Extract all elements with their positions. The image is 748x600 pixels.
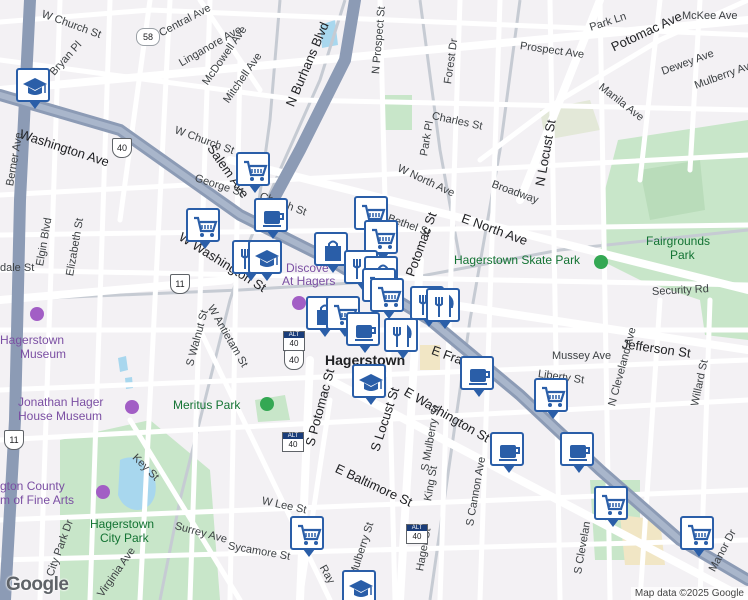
museum-icon[interactable]	[292, 296, 306, 310]
route-shield: 40	[284, 350, 304, 370]
poi-label[interactable]: Hagerstown	[0, 334, 64, 347]
coffee-icon	[263, 211, 284, 227]
map-marker-grocery-cart[interactable]	[236, 152, 270, 193]
restaurant-icon	[393, 324, 412, 347]
park-icon[interactable]	[260, 397, 274, 411]
poi-label[interactable]: House Museum	[18, 410, 102, 423]
grocery-cart-icon	[378, 286, 402, 307]
map-marker-school[interactable]	[342, 570, 376, 600]
route-shield: ALT 40	[406, 524, 428, 544]
grocery-cart-icon	[244, 160, 268, 181]
map-marker-grocery-cart[interactable]	[534, 378, 568, 419]
map-canvas[interactable]: W Church St Bryan Pl Central Ave Lingano…	[0, 0, 748, 600]
google-logo: Google	[6, 574, 69, 595]
museum-icon[interactable]	[30, 307, 44, 321]
school-icon	[255, 250, 279, 267]
park-label[interactable]: City Park	[100, 532, 149, 545]
map-marker-coffee[interactable]	[560, 432, 594, 473]
school-icon	[349, 580, 373, 597]
street-label: Mussey Ave	[552, 350, 612, 362]
map-marker-school[interactable]	[16, 68, 50, 109]
park-label[interactable]: Meritus Park	[173, 399, 240, 412]
map-marker-coffee[interactable]	[490, 432, 524, 473]
map-marker-grocery-cart[interactable]	[364, 220, 398, 261]
grocery-cart-icon	[372, 228, 396, 249]
shopping-bag-icon	[325, 240, 341, 261]
street-label: dale St	[0, 262, 35, 274]
map-marker-restaurant[interactable]	[384, 318, 418, 359]
restaurant-icon	[435, 294, 454, 317]
map-marker-shopping-bag[interactable]	[314, 232, 348, 273]
poi-label[interactable]: Jonathan Hager	[18, 396, 103, 409]
park-label[interactable]: Hagerstown	[90, 518, 154, 531]
coffee-icon	[499, 445, 520, 461]
map-marker-grocery-cart[interactable]	[594, 486, 628, 527]
route-shield: ALT 40	[282, 432, 304, 452]
route-shield: 11	[170, 274, 190, 294]
museum-icon[interactable]	[96, 485, 110, 499]
park-icon[interactable]	[594, 255, 608, 269]
map-marker-restaurant[interactable]	[426, 288, 460, 329]
museum-icon[interactable]	[125, 400, 139, 414]
poi-label[interactable]: Museum	[20, 348, 66, 361]
map-marker-school[interactable]	[352, 364, 386, 405]
poi-label[interactable]: At Hagers	[282, 275, 335, 288]
coffee-icon	[569, 445, 590, 461]
coffee-icon	[469, 369, 490, 385]
park-label[interactable]: Hagerstown Skate Park	[454, 254, 580, 267]
grocery-cart-icon	[194, 216, 218, 237]
grocery-cart-icon	[542, 386, 566, 407]
park-label[interactable]: Park	[670, 249, 695, 262]
map-attribution[interactable]: Map data ©2025 Google	[630, 587, 748, 600]
route-shield: 58	[136, 28, 160, 46]
route-shield: 40	[112, 138, 132, 158]
street-label: McKee Ave	[682, 10, 738, 22]
poi-label[interactable]: m of Fine Arts	[0, 494, 74, 507]
school-icon	[23, 78, 47, 95]
map-marker-coffee[interactable]	[254, 198, 288, 239]
coffee-icon	[355, 325, 376, 341]
route-shield: 11	[4, 430, 24, 450]
map-marker-school[interactable]	[248, 240, 282, 281]
grocery-cart-icon	[298, 524, 322, 545]
route-shield: ALT 40	[283, 331, 305, 351]
map-marker-coffee[interactable]	[346, 312, 380, 353]
map-marker-coffee[interactable]	[460, 356, 494, 397]
map-marker-grocery-cart[interactable]	[370, 278, 404, 319]
school-icon	[359, 374, 383, 391]
map-marker-grocery-cart[interactable]	[680, 516, 714, 557]
map-marker-grocery-cart[interactable]	[186, 208, 220, 249]
poi-label[interactable]: gton County	[0, 480, 65, 493]
map-marker-grocery-cart[interactable]	[290, 516, 324, 557]
grocery-cart-icon	[602, 494, 626, 515]
park-label[interactable]: Fairgrounds	[646, 235, 710, 248]
grocery-cart-icon	[688, 524, 712, 545]
